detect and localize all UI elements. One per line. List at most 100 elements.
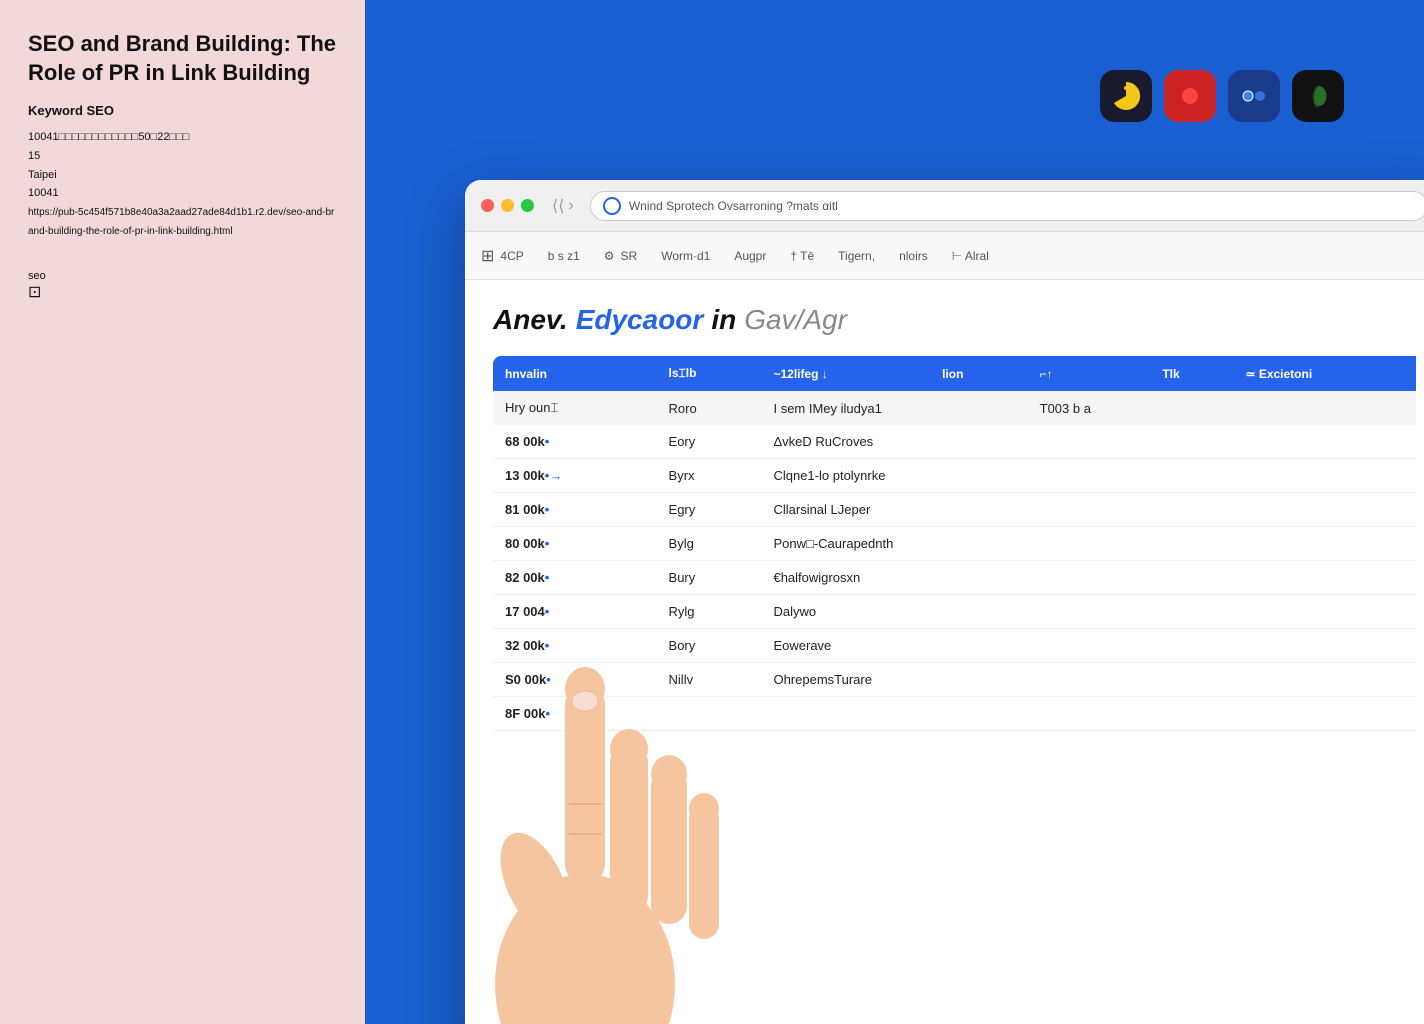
tab-4cp[interactable]: ⊞ 4CP [481,246,524,274]
col-hnvalin: hnvalin [493,356,657,391]
dot-icon: • [545,434,550,449]
dark-leaf-icon[interactable] [1292,70,1344,122]
tab-label-te: † Tē [790,249,814,263]
dot-icon: • [545,638,550,653]
cell-code: Bylg [657,527,762,561]
table-header-row: hnvalin ls⌶lb ~12lifeg ↓ lion ⌐↑ Tlk ≃ E… [493,356,1416,391]
cell-desc: Clqne1-lo ptolynrke [761,459,1416,493]
col-arrow: ⌐↑ [1028,356,1102,391]
cell-desc: Cllarsinal LJeper [761,493,1416,527]
meta-postal: 10041 [28,187,59,199]
sidebar-meta: 10041□□□□□□□□□□□□50□22□□□ 15 Taipei 1004… [28,128,337,240]
address-text: Wnind Sprotech Ovsarroning ?mats αitl [629,199,838,213]
tab-te[interactable]: † Tē [790,249,814,271]
tag-section: seo ⊡ [28,270,337,302]
minimize-button[interactable] [501,199,514,212]
cell-num: 32 00k• [493,629,657,663]
tab-label-bsz1: b s z1 [548,249,580,263]
col-lion: lion [930,356,1028,391]
dot-icon: •→ [545,468,563,483]
table-row: 8F 00k• [493,697,1416,731]
cell-num: 81 00k• [493,493,657,527]
tab-bsz1[interactable]: b s z1 [548,249,580,271]
cell-num: 82 00k• [493,561,657,595]
back-icon[interactable]: ⟨⟨ [552,196,564,216]
cell-code: Nillv [657,663,762,697]
tab-worm[interactable]: Worm·d1 [661,249,710,271]
pac-man-icon[interactable] [1100,70,1152,122]
sub-sem: I sem IMey iludya1 [761,391,1027,425]
table-row: S0 00k• Nillv OhrepemsTurare [493,663,1416,697]
title-part4: Gav/Agr [744,304,847,336]
tab-nloirs[interactable]: nloirs [899,249,928,271]
cell-code: Eory [657,425,762,459]
sub-roro: Roro [657,391,762,425]
cell-code [657,697,762,731]
blue-app-icon[interactable] [1228,70,1280,122]
cell-code: Byrx [657,459,762,493]
cell-code: Bory [657,629,762,663]
main-area: ⟨⟨ › Wnind Sprotech Ovsarroning ?mats αi… [365,0,1424,1024]
browser-content: Anev. Edycaoor in Gav/Agr hnvalin ls⌶lb … [465,280,1424,755]
security-icon [603,197,621,215]
table-row: 13 00k•→ Byrx Clqne1-lo ptolynrke [493,459,1416,493]
article-title: SEO and Brand Building: The Role of PR i… [28,30,337,87]
table-row: 32 00k• Bory Eowerave [493,629,1416,663]
tab-icon-sr: ⚙ [604,249,615,263]
cell-num: S0 00k• [493,663,657,697]
tab-label-4cp: 4CP [500,249,523,263]
tab-sr[interactable]: ⚙ SR [604,249,637,271]
table-row: 68 00k• Eory ΔvkeD RuCroves [493,425,1416,459]
content-title: Anev. Edycaoor in Gav/Agr [493,304,1416,336]
cell-desc [761,697,1416,731]
table-row: 80 00k• Bylg Ponw□-Caurapednth [493,527,1416,561]
tab-label-nloirs: nloirs [899,249,928,263]
cell-desc: ΔvkeD RuCroves [761,425,1416,459]
traffic-lights [481,199,534,212]
tab-label-worm: Worm·d1 [661,249,710,263]
cell-desc: Ponw□-Caurapednth [761,527,1416,561]
table-row: 17 004• Rylg Dalywo [493,595,1416,629]
maximize-button[interactable] [521,199,534,212]
cell-num: 13 00k•→ [493,459,657,493]
sub-hryoun: Hry oun⌶ [493,391,657,425]
title-part1: Anev. [493,304,568,336]
tab-icon-4cp: ⊞ [481,246,494,266]
dot-icon: • [545,570,550,585]
cell-num: 17 004• [493,595,657,629]
forward-icon[interactable]: › [568,197,573,215]
nav-buttons: ⟨⟨ › [552,196,574,216]
browser-window: ⟨⟨ › Wnind Sprotech Ovsarroning ?mats αi… [465,180,1424,1024]
close-button[interactable] [481,199,494,212]
cell-desc: €halfowigrosxn [761,561,1416,595]
dot-icon: • [545,706,550,721]
table-subheader-row: Hry oun⌶ Roro I sem IMey iludya1 T003 b … [493,391,1416,425]
meta-line1: 10041□□□□□□□□□□□□50□22□□□ [28,131,189,143]
tab-label-augpr: Augpr [734,249,766,263]
table-row: 81 00k• Egry Cllarsinal LJeper [493,493,1416,527]
col-tlk: Tlk [1150,356,1233,391]
cell-desc: Eowerave [761,629,1416,663]
table-row: 82 00k• Bury €halfowigrosxn [493,561,1416,595]
tab-label-sr: SR [621,249,638,263]
red-circle-icon[interactable] [1164,70,1216,122]
tag-icon: ⊡ [28,284,41,301]
col-lifeg: ~12lifeg ↓ [761,356,930,391]
title-part3: in [711,304,736,336]
cell-num: 68 00k• [493,425,657,459]
title-part2: Edycaoor [576,304,704,336]
tab-alral[interactable]: ⊢ Alral [952,249,989,271]
col-blank [1102,356,1150,391]
tab-label-alral: ⊢ Alral [952,249,989,263]
tab-tigern[interactable]: Tigern, [838,249,875,271]
cell-code: Rylg [657,595,762,629]
keyword-label: Keyword SEO [28,103,337,118]
dot-icon: • [545,604,550,619]
browser-tabs: ⊞ 4CP b s z1 ⚙ SR Worm·d1 Augpr † Tē Tig… [465,232,1424,280]
meta-url: https://pub-5c454f571b8e40a3a2aad27ade84… [28,207,334,237]
cell-num: 8F 00k• [493,697,657,731]
address-bar[interactable]: Wnind Sprotech Ovsarroning ?mats αitl [590,191,1424,221]
dot-icon: • [545,536,550,551]
cell-code: Egry [657,493,762,527]
tab-augpr[interactable]: Augpr [734,249,766,271]
